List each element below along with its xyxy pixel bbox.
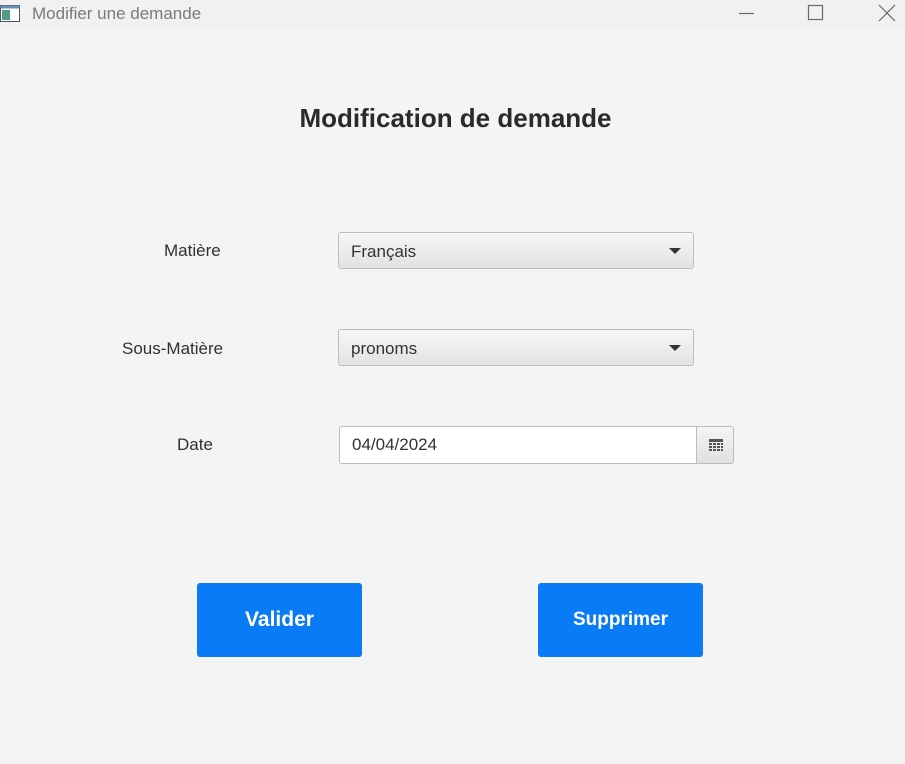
sous-matiere-label: Sous-Matière bbox=[122, 339, 224, 358]
supprimer-button[interactable]: Supprimer bbox=[538, 583, 703, 657]
maximize-icon bbox=[807, 4, 824, 21]
calendar-icon bbox=[709, 439, 723, 451]
close-button[interactable] bbox=[862, 0, 905, 30]
date-label: Date bbox=[177, 435, 213, 454]
app-icon bbox=[0, 5, 20, 22]
matiere-label: Matière bbox=[164, 241, 221, 260]
window-title: Modifier une demande bbox=[32, 4, 202, 23]
valider-button[interactable]: Valider bbox=[197, 583, 362, 657]
matiere-select[interactable]: Français bbox=[338, 232, 694, 269]
minimize-icon bbox=[739, 12, 754, 15]
chevron-down-icon bbox=[669, 345, 681, 351]
window: Modifier une demande Modification de dem… bbox=[0, 0, 905, 764]
close-icon bbox=[878, 4, 896, 22]
page-title: Modification de demande bbox=[299, 103, 612, 133]
matiere-selected-value: Français bbox=[351, 242, 417, 261]
chevron-down-icon bbox=[669, 248, 681, 254]
sous-matiere-selected-value: pronoms bbox=[351, 339, 418, 358]
date-picker bbox=[339, 426, 734, 464]
sous-matiere-select[interactable]: pronoms bbox=[338, 329, 694, 366]
minimize-button[interactable] bbox=[722, 0, 768, 30]
title-bar[interactable]: Modifier une demande bbox=[0, 0, 905, 30]
date-field[interactable] bbox=[339, 426, 697, 464]
calendar-button[interactable] bbox=[696, 426, 734, 464]
maximize-button[interactable] bbox=[792, 0, 838, 30]
